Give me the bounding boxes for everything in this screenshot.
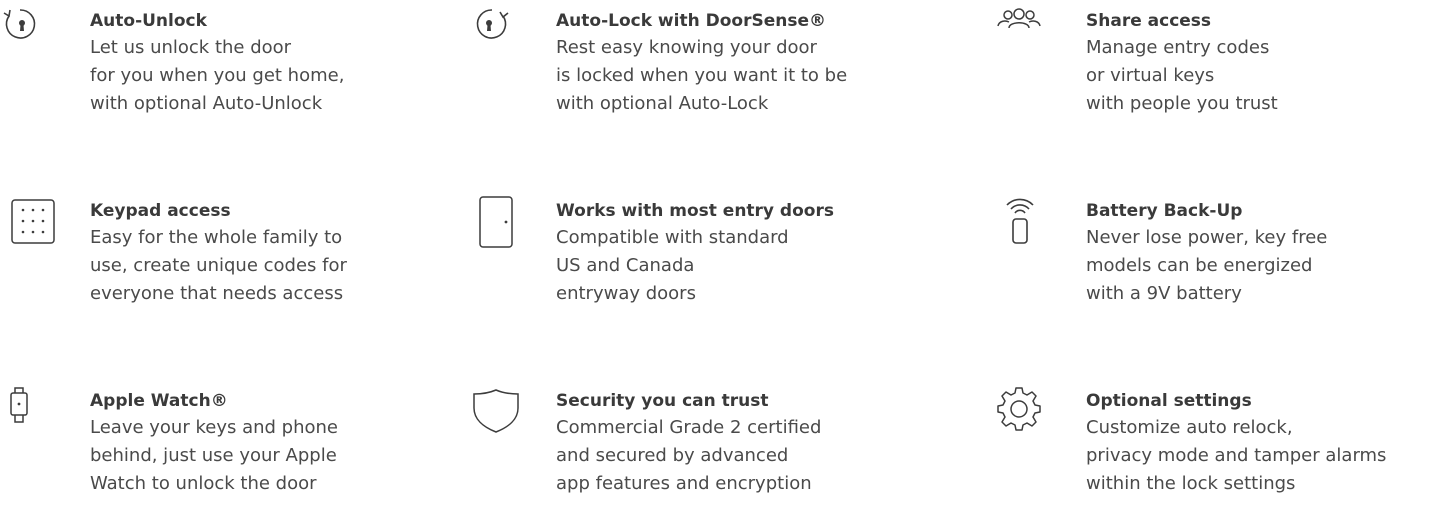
shield-icon	[466, 386, 519, 433]
feature-description: Commercial Grade 2 certified and secured…	[556, 417, 822, 494]
feature-title: Share access	[1086, 11, 1212, 31]
feature-title: Optional settings	[1086, 391, 1252, 411]
keypad-icon	[0, 196, 55, 244]
feature-title: Keypad access	[90, 201, 231, 221]
feature-description: Rest easy knowing your door is locked wh…	[556, 37, 848, 114]
feature-description: Customize auto relock, privacy mode and …	[1086, 417, 1387, 494]
watch-icon	[0, 386, 46, 432]
feature-description: Easy for the whole family to use, create…	[90, 227, 347, 304]
feature-description: Compatible with standard US and Canada e…	[556, 227, 789, 304]
door-icon	[466, 196, 513, 248]
feature-description: Never lose power, key free models can be…	[1086, 227, 1328, 304]
feature-title: Apple Watch®	[90, 391, 228, 411]
feature-description: Leave your keys and phone behind, just u…	[90, 417, 338, 494]
feature-title: Battery Back-Up	[1086, 201, 1243, 221]
auto-lock-icon	[466, 6, 512, 52]
feature-title: Security you can trust	[556, 391, 769, 411]
auto-unlock-icon	[0, 6, 46, 52]
feature-description: Let us unlock the door for you when you …	[90, 37, 345, 114]
feature-title: Works with most entry doors	[556, 201, 834, 221]
gear-icon	[996, 386, 1042, 432]
feature-title: Auto-Lock with DoorSense®	[556, 11, 826, 31]
feature-title: Auto-Unlock	[90, 11, 207, 31]
battery-icon	[996, 196, 1042, 244]
people-icon	[996, 6, 1042, 52]
feature-description: Manage entry codes or virtual keys with …	[1086, 37, 1278, 114]
